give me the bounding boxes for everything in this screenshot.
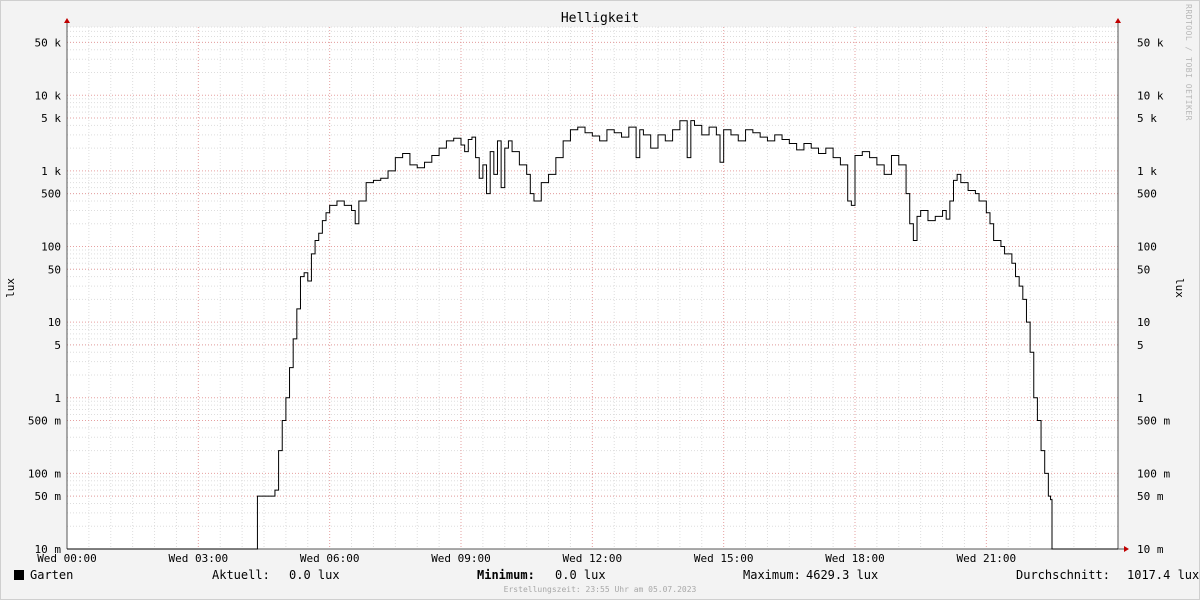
legend-min-label: Minimum:: [477, 568, 535, 582]
footer-timestamp: Erstellungszeit: 23:55 Uhr am 05.07.2023: [503, 585, 697, 594]
x-tick-label: Wed 03:00: [169, 552, 229, 565]
x-tick-label: Wed 18:00: [825, 552, 885, 565]
y-tick-label-left: 10 k: [35, 89, 62, 102]
y-tick-label-left: 50 k: [35, 36, 62, 49]
y-tick-label-left: 50: [48, 263, 61, 276]
y-tick-label-left: 1: [54, 392, 61, 405]
y-tick-label-right: 500: [1137, 188, 1157, 201]
y-tick-label-left: 10 m: [35, 543, 62, 556]
y-tick-label-right: 50 m: [1137, 490, 1164, 503]
legend-series-name: Garten: [30, 568, 74, 582]
y-tick-label-left: 500 m: [28, 415, 61, 428]
y-tick-label-right: 50: [1137, 263, 1150, 276]
y-tick-label-left: 100: [41, 241, 61, 254]
y-tick-label-right: 1: [1137, 392, 1144, 405]
y-tick-label-left: 1 k: [41, 165, 61, 178]
y-tick-label-right: 1 k: [1137, 165, 1157, 178]
legend-min-value: 0.0 lux: [555, 568, 606, 582]
legend-max-label: Maximum:: [743, 568, 801, 582]
y-tick-label-right: 10 k: [1137, 89, 1164, 102]
x-tick-label: Wed 12:00: [563, 552, 623, 565]
legend-avg-value: 1017.4 lux: [1127, 568, 1200, 582]
y-tick-label-right: 10: [1137, 316, 1150, 329]
y-axis-arrow-left-icon: [64, 18, 70, 23]
y-axis-arrow-right-icon: [1115, 18, 1121, 23]
y-tick-label-left: 10: [48, 316, 61, 329]
legend-max-value: 4629.3 lux: [806, 568, 879, 582]
legend-current-label: Aktuell:: [212, 568, 270, 582]
y-tick-label-right: 10 m: [1137, 543, 1164, 556]
y-tick-label-left: 5: [54, 339, 61, 352]
legend-swatch: [14, 570, 24, 580]
x-tick-label: Wed 21:00: [957, 552, 1017, 565]
y-tick-label-right: 500 m: [1137, 415, 1170, 428]
y-tick-label-left: 50 m: [35, 490, 62, 503]
y-tick-label-right: 100 m: [1137, 467, 1170, 480]
x-tick-label: Wed 06:00: [300, 552, 360, 565]
y-tick-label-right: 5: [1137, 339, 1144, 352]
y-tick-label-left: 5 k: [41, 112, 61, 125]
chart-plot: Wed 00:00 Wed 03:00 Wed 06:00 Wed 09:00 Wed …: [28, 18, 1170, 565]
y-tick-label-right: 5 k: [1137, 112, 1157, 125]
x-axis-arrow-icon: [1124, 546, 1129, 552]
y-tick-label-left: 100 m: [28, 467, 61, 480]
x-tick-label: Wed 09:00: [431, 552, 491, 565]
legend-current-value: 0.0 lux: [289, 568, 340, 582]
legend-avg-label: Durchschnitt:: [1016, 568, 1110, 582]
y-tick-label-right: 50 k: [1137, 36, 1164, 49]
x-tick-label: Wed 15:00: [694, 552, 754, 565]
y-tick-label-left: 500: [41, 188, 61, 201]
y-tick-label-right: 100: [1137, 241, 1157, 254]
